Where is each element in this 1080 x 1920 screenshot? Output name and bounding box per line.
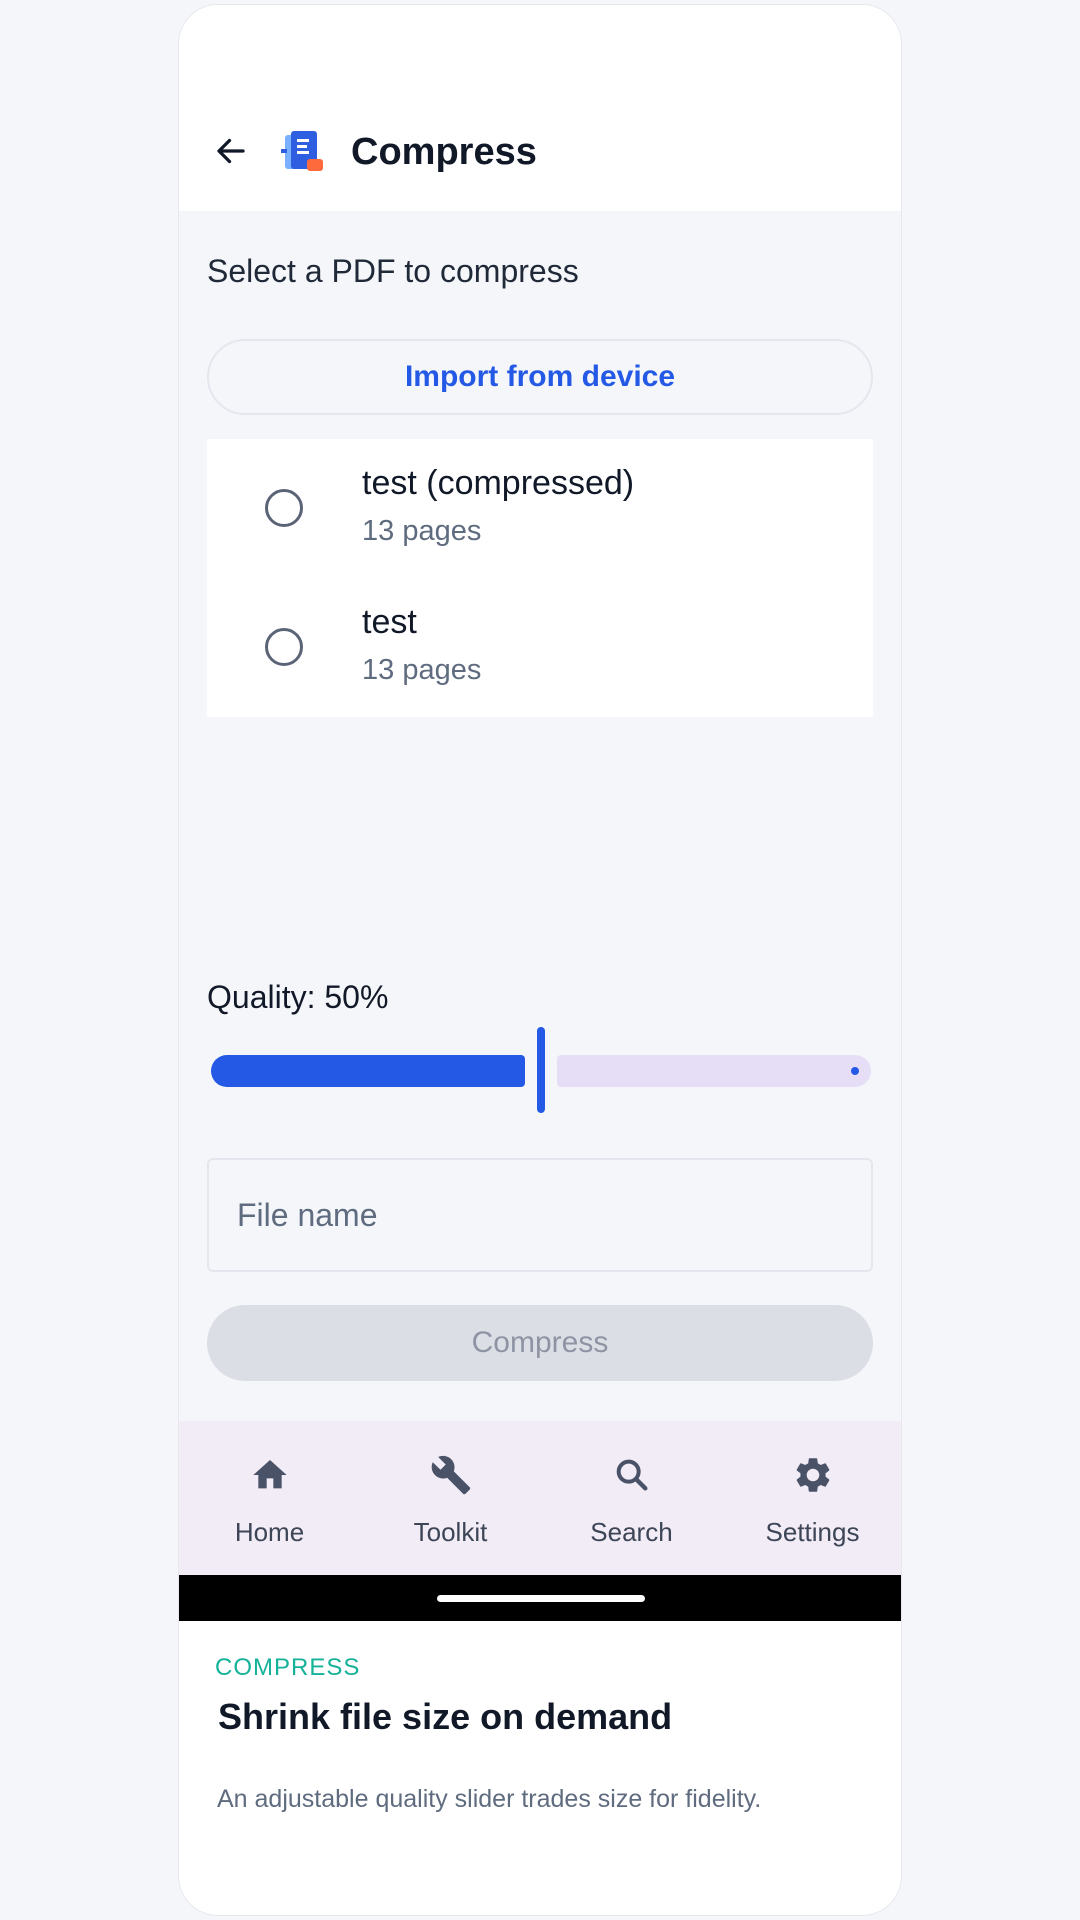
app-bar: Compress bbox=[179, 5, 901, 211]
nav-label: Search bbox=[590, 1517, 673, 1547]
file-name-field[interactable] bbox=[207, 1158, 873, 1272]
slider-thumb[interactable] bbox=[537, 1027, 545, 1113]
nav-item-toolkit[interactable]: Toolkit bbox=[360, 1421, 541, 1575]
quality-slider[interactable] bbox=[207, 1025, 873, 1115]
bottom-navigation: Home Toolkit Search Settings bbox=[179, 1421, 901, 1575]
home-gesture-handle[interactable] bbox=[437, 1595, 645, 1602]
file-name: test bbox=[362, 603, 417, 641]
promo-title: Shrink file size on demand bbox=[218, 1696, 673, 1737]
import-from-device-button[interactable]: Import from device bbox=[207, 339, 873, 415]
search-icon bbox=[610, 1453, 654, 1497]
page-title: Compress bbox=[351, 131, 537, 173]
wrench-icon bbox=[429, 1453, 473, 1497]
file-name: test (compressed) bbox=[362, 464, 635, 502]
slider-active-track bbox=[211, 1055, 525, 1087]
nav-label: Toolkit bbox=[413, 1517, 488, 1547]
compress-button[interactable]: Compress bbox=[207, 1305, 873, 1381]
file-list-item[interactable]: test 13 pages bbox=[207, 578, 873, 717]
pdf-app-logo-icon bbox=[281, 131, 323, 171]
pdf-file-list: test (compressed) 13 pages test 13 pages bbox=[207, 439, 873, 717]
quality-label: Quality: 50% bbox=[207, 979, 389, 1015]
promo-kicker: COMPRESS bbox=[215, 1654, 361, 1681]
nav-item-home[interactable]: Home bbox=[179, 1421, 360, 1575]
nav-label: Home bbox=[234, 1517, 305, 1547]
back-button[interactable] bbox=[209, 129, 253, 173]
slider-stop-indicator bbox=[851, 1067, 859, 1075]
file-radio-button[interactable] bbox=[265, 489, 303, 527]
file-page-count: 13 pages bbox=[362, 515, 482, 547]
select-pdf-instruction: Select a PDF to compress bbox=[207, 253, 579, 289]
arrow-left-icon bbox=[217, 138, 245, 164]
system-gesture-bar bbox=[179, 1575, 901, 1621]
slider-inactive-track bbox=[557, 1055, 871, 1087]
phone-screen: Compress Select a PDF to compress Import… bbox=[179, 5, 901, 1621]
nav-label: Settings bbox=[765, 1517, 860, 1547]
file-list-item[interactable]: test (compressed) 13 pages bbox=[207, 439, 873, 578]
file-page-count: 13 pages bbox=[362, 654, 482, 686]
nav-item-search[interactable]: Search bbox=[541, 1421, 722, 1575]
home-icon bbox=[248, 1453, 292, 1497]
nav-item-settings[interactable]: Settings bbox=[722, 1421, 901, 1575]
gear-icon bbox=[791, 1453, 835, 1497]
promo-description: An adjustable quality slider trades size… bbox=[217, 1785, 762, 1813]
file-radio-button[interactable] bbox=[265, 628, 303, 666]
showcase-card: Compress Select a PDF to compress Import… bbox=[178, 4, 902, 1916]
